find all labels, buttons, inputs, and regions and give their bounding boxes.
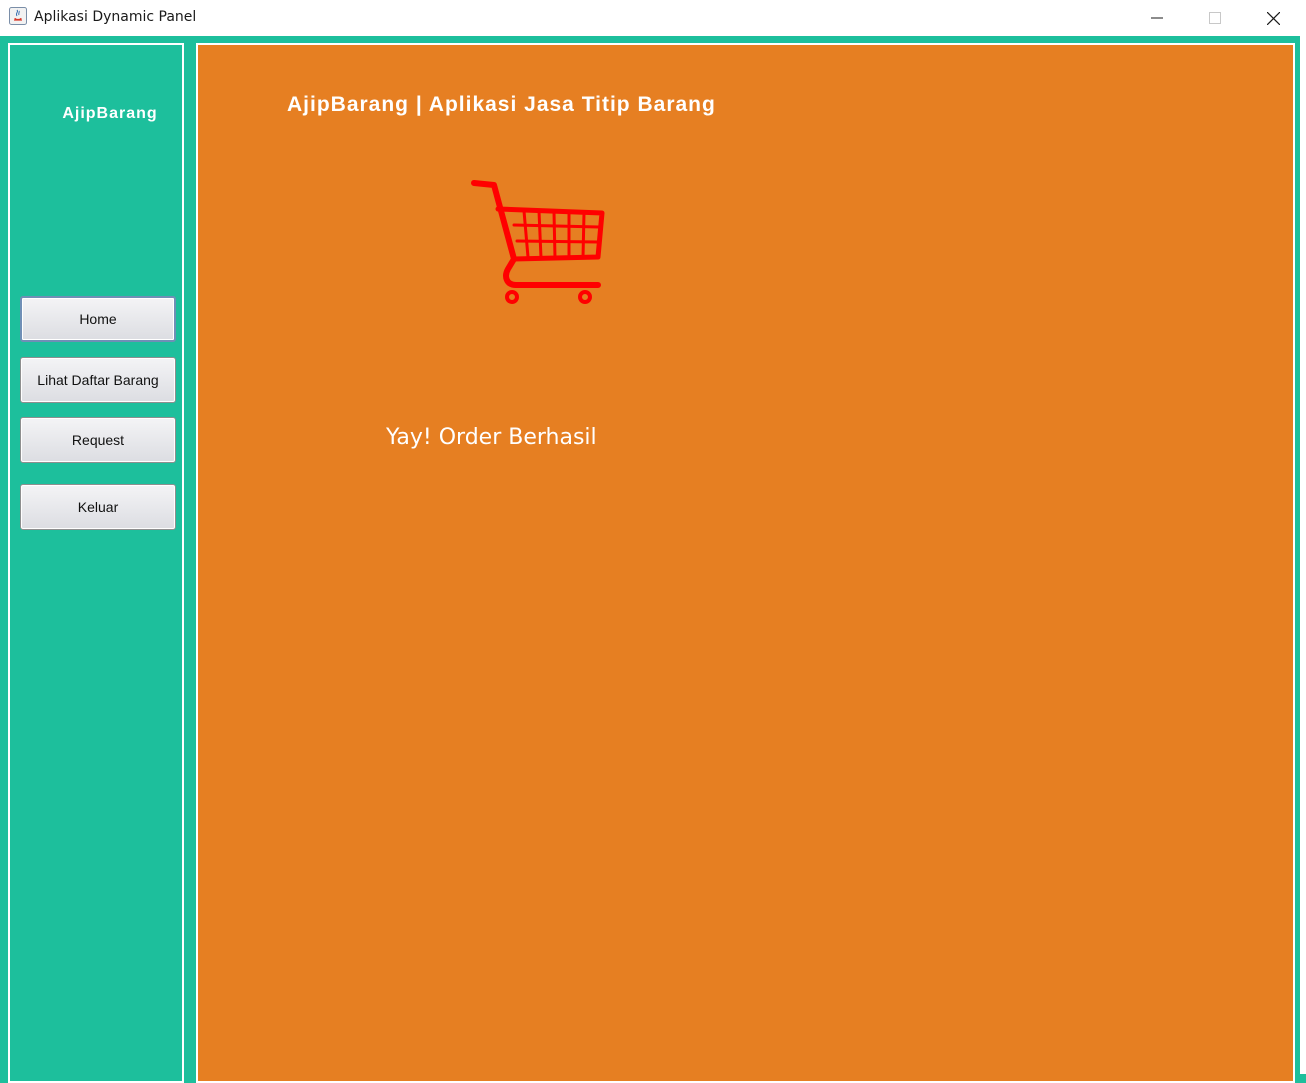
brand-label: AjipBarang bbox=[62, 105, 158, 122]
order-success-message: Yay! Order Berhasil bbox=[386, 425, 597, 450]
request-button[interactable]: Request bbox=[20, 417, 176, 463]
maximize-button[interactable] bbox=[1186, 0, 1244, 36]
java-icon bbox=[9, 7, 27, 25]
shopping-cart-icon bbox=[471, 180, 605, 304]
minimize-button[interactable] bbox=[1128, 0, 1186, 36]
keluar-button[interactable]: Keluar bbox=[20, 484, 176, 530]
close-button[interactable] bbox=[1244, 0, 1302, 36]
maximize-icon bbox=[1209, 12, 1221, 24]
home-button[interactable]: Home bbox=[20, 296, 176, 342]
close-icon bbox=[1266, 11, 1280, 25]
window-title: Aplikasi Dynamic Panel bbox=[34, 9, 197, 25]
minimize-icon bbox=[1151, 17, 1163, 19]
content-panel: AjipBarang | Aplikasi Jasa Titip Barang … bbox=[196, 43, 1295, 1083]
lihat-daftar-barang-button[interactable]: Lihat Daftar Barang bbox=[20, 357, 176, 403]
window-edge bbox=[1300, 36, 1306, 1074]
sidebar-panel: AjipBarang Home Lihat Daftar Barang Requ… bbox=[8, 43, 184, 1083]
page-title: AjipBarang | Aplikasi Jasa Titip Barang bbox=[287, 93, 716, 116]
window-titlebar: Aplikasi Dynamic Panel bbox=[0, 0, 1306, 36]
